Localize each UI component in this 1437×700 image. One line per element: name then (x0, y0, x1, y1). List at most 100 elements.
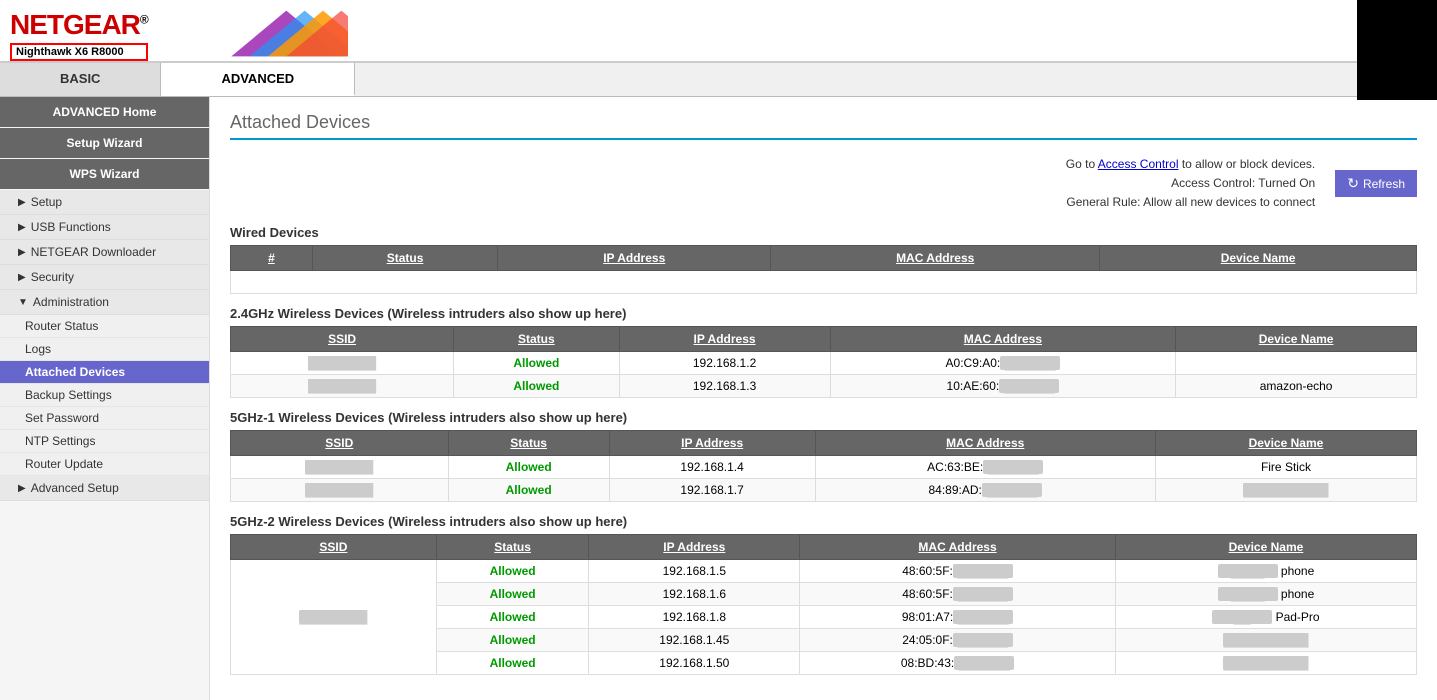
mac-cell: 24:05:0F:██████ (800, 628, 1116, 651)
sidebar-sub-backup-settings[interactable]: Backup Settings (0, 384, 209, 407)
wired-col-status: Status (312, 245, 497, 270)
status-cell: Allowed (454, 351, 619, 374)
access-control-line2: General Rule: Allow all new devices to c… (1066, 193, 1315, 212)
chevron-right-icon: ▶ (18, 272, 26, 283)
status-cell: Allowed (436, 628, 589, 651)
sidebar-btn-setup-wizard[interactable]: Setup Wizard (0, 128, 209, 158)
sidebar-item-netgear-downloader[interactable]: ▶ NETGEAR Downloader (0, 240, 209, 265)
table-row: ████████ Allowed 192.168.1.2 A0:C9:A0:██… (231, 351, 1417, 374)
sidebar-label-setup: Setup (31, 195, 62, 209)
mac-cell: 48:60:5F:██████ (800, 582, 1116, 605)
sidebar-label-administration: Administration (33, 295, 109, 309)
name-cell: ██████████ (1115, 628, 1416, 651)
ip-cell: 192.168.1.2 (619, 351, 830, 374)
wired-col-ip: IP Address (498, 245, 771, 270)
refresh-label: Refresh (1363, 177, 1405, 191)
name-cell: Fire Stick (1155, 455, 1416, 478)
tab-advanced[interactable]: ADVANCED (161, 63, 355, 96)
wifi-24-title: 2.4GHz Wireless Devices (Wireless intrud… (230, 306, 1417, 321)
wifi24-col-ip: IP Address (619, 326, 830, 351)
ip-cell: 192.168.1.4 (609, 455, 815, 478)
brand-logo-icon (188, 6, 348, 61)
wifi-5g2-table: SSID Status IP Address MAC Address Devic… (230, 534, 1417, 675)
status-cell: Allowed (448, 455, 609, 478)
wifi5g1-col-mac: MAC Address (815, 430, 1155, 455)
wifi24-col-ssid: SSID (231, 326, 454, 351)
sidebar-sub-router-status[interactable]: Router Status (0, 315, 209, 338)
sidebar-sub-set-password[interactable]: Set Password (0, 407, 209, 430)
mac-cell: A0:C9:A0:██████ (830, 351, 1176, 374)
sidebar-sub-router-update[interactable]: Router Update (0, 453, 209, 476)
wifi-5g1-table: SSID Status IP Address MAC Address Devic… (230, 430, 1417, 502)
table-row: ████████ Allowed 192.168.1.7 84:89:AD:██… (231, 478, 1417, 501)
status-cell: Allowed (436, 582, 589, 605)
mac-cell: 10:AE:60:██████ (830, 374, 1176, 397)
header: NETGEAR® Nighthawk X6 R8000 (0, 0, 1437, 63)
access-control-bar: Go to Access Control to allow or block d… (230, 155, 1417, 213)
access-control-info: Go to Access Control to allow or block d… (1066, 155, 1315, 213)
ssid-cell: ████████ (231, 455, 449, 478)
tab-basic[interactable]: BASIC (0, 63, 161, 96)
wired-col-num: # (231, 245, 313, 270)
chevron-right-icon: ▶ (18, 222, 26, 233)
sidebar-item-usb-functions[interactable]: ▶ USB Functions (0, 215, 209, 240)
chevron-right-icon: ▶ (18, 483, 26, 494)
wifi24-col-mac: MAC Address (830, 326, 1176, 351)
ssid-cell: ████████ (231, 374, 454, 397)
wifi24-col-status: Status (454, 326, 619, 351)
refresh-button[interactable]: ↻ Refresh (1335, 170, 1417, 197)
sidebar: ADVANCED Home Setup Wizard WPS Wizard ▶ … (0, 97, 210, 700)
sidebar-btn-wps-wizard[interactable]: WPS Wizard (0, 159, 209, 189)
wifi5g2-col-name: Device Name (1115, 534, 1416, 559)
main-content: Attached Devices Go to Access Control to… (210, 97, 1437, 700)
sidebar-item-setup[interactable]: ▶ Setup (0, 190, 209, 215)
sidebar-sub-attached-devices[interactable]: Attached Devices (0, 361, 209, 384)
mac-cell: AC:63:BE:██████ (815, 455, 1155, 478)
chevron-right-icon: ▶ (18, 247, 26, 258)
ip-cell: 192.168.1.5 (589, 559, 800, 582)
chevron-right-icon: ▶ (18, 197, 26, 208)
sidebar-sub-logs[interactable]: Logs (0, 338, 209, 361)
mac-cell: 98:01:A7:██████ (800, 605, 1116, 628)
refresh-icon: ↻ (1347, 175, 1359, 192)
black-box (1357, 0, 1437, 100)
sidebar-sub-ntp-settings[interactable]: NTP Settings (0, 430, 209, 453)
ip-cell: 192.168.1.3 (619, 374, 830, 397)
wifi-5g2-title: 5GHz-2 Wireless Devices (Wireless intrud… (230, 514, 1417, 529)
sidebar-item-advanced-setup[interactable]: ▶ Advanced Setup (0, 476, 209, 501)
access-control-line0: Go to Access Control to allow or block d… (1066, 155, 1315, 174)
name-cell: ██████████ (1115, 651, 1416, 674)
wifi5g2-col-ip: IP Address (589, 534, 800, 559)
sidebar-btn-advanced-home[interactable]: ADVANCED Home (0, 97, 209, 127)
wifi-5g1-title: 5GHz-1 Wireless Devices (Wireless intrud… (230, 410, 1417, 425)
name-cell: ██████████ (1155, 478, 1416, 501)
ip-cell: 192.168.1.7 (609, 478, 815, 501)
sidebar-item-administration[interactable]: ▼ Administration (0, 290, 209, 315)
wifi5g2-col-status: Status (436, 534, 589, 559)
mac-cell: 08:BD:43:██████ (800, 651, 1116, 674)
ip-cell: 192.168.1.8 (589, 605, 800, 628)
ssid-cell: ████████ (231, 559, 437, 674)
wifi5g1-col-status: Status (448, 430, 609, 455)
wired-devices-title: Wired Devices (230, 225, 1417, 240)
status-cell: Allowed (436, 651, 589, 674)
status-cell: Allowed (436, 605, 589, 628)
sidebar-label-advanced-setup: Advanced Setup (31, 481, 119, 495)
sidebar-item-security[interactable]: ▶ Security (0, 265, 209, 290)
ssid-cell: ████████ (231, 351, 454, 374)
wired-col-name: Device Name (1100, 245, 1417, 270)
wifi-24-table: SSID Status IP Address MAC Address Devic… (230, 326, 1417, 398)
ssid-cell: ████████ (231, 478, 449, 501)
wifi5g1-col-ssid: SSID (231, 430, 449, 455)
ip-cell: 192.168.1.6 (589, 582, 800, 605)
netgear-logo: NETGEAR® (10, 9, 148, 41)
wired-col-mac: MAC Address (771, 245, 1100, 270)
status-cell: Allowed (436, 559, 589, 582)
sidebar-label-usb: USB Functions (31, 220, 111, 234)
access-control-link[interactable]: Access Control (1098, 157, 1179, 171)
sidebar-label-security: Security (31, 270, 74, 284)
wired-empty (231, 270, 1417, 293)
ip-cell: 192.168.1.45 (589, 628, 800, 651)
mac-cell: 48:60:5F:██████ (800, 559, 1116, 582)
table-row: ████████ Allowed 192.168.1.3 10:AE:60:██… (231, 374, 1417, 397)
